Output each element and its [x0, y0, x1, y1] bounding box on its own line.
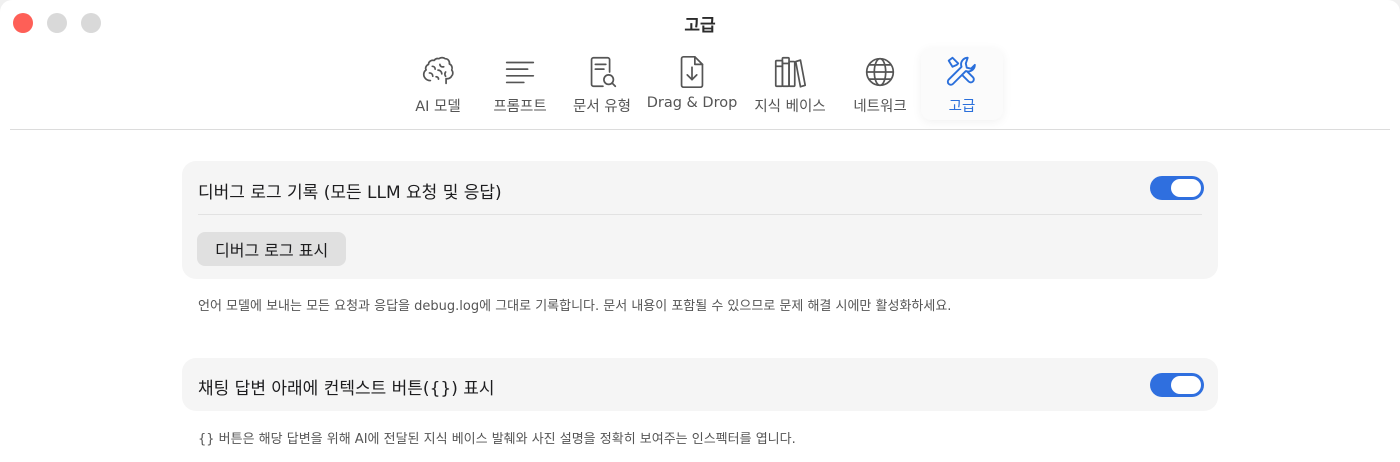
toggle-knob [1171, 179, 1201, 197]
tab-label: 지식 베이스 [754, 99, 826, 115]
toggle-knob [1171, 376, 1201, 394]
tab-label: AI 모델 [415, 99, 461, 115]
tab-label: Drag & Drop [646, 95, 738, 111]
context-button-caption: {} 버튼은 해당 답변을 위해 AI에 전달된 지식 베이스 발췌와 사진 설… [198, 432, 796, 447]
tab-advanced[interactable]: 고급 [921, 48, 1003, 120]
books-icon [770, 52, 810, 92]
debug-log-label: 디버그 로그 기록 (모든 LLM 요청 및 응답) [198, 183, 502, 203]
tools-icon [942, 52, 982, 92]
context-button-group: 채팅 답변 아래에 컨텍스트 버튼({}) 표시 [182, 358, 1218, 411]
context-button-toggle[interactable] [1150, 373, 1204, 397]
title-bar: 고급 [0, 0, 1400, 44]
tab-label: 고급 [948, 99, 976, 115]
window-title: 고급 [684, 16, 716, 36]
context-button-label: 채팅 답변 아래에 컨텍스트 버튼({}) 표시 [198, 379, 495, 399]
tab-label: 문서 유형 [573, 99, 631, 115]
document-search-icon [582, 52, 622, 92]
tab-document-types[interactable]: 문서 유형 [561, 48, 643, 120]
debug-log-caption: 언어 모델에 보내는 모든 요청과 응답을 debug.log에 그대로 기록합… [198, 299, 952, 314]
tab-ai-model[interactable]: AI 모델 [397, 48, 479, 120]
tab-knowledge-base[interactable]: 지식 베이스 [741, 48, 839, 120]
preferences-toolbar: AI 모델 프롬프트 문서 유형 Drag & Drop 지식 베이스 네트워크… [0, 48, 1400, 120]
debug-log-group: 디버그 로그 기록 (모든 LLM 요청 및 응답) 디버그 로그 표시 [182, 161, 1218, 279]
tab-network[interactable]: 네트워크 [839, 48, 921, 120]
text-lines-icon [500, 52, 540, 92]
debug-log-toggle[interactable] [1150, 176, 1204, 200]
group-divider [198, 214, 1202, 215]
tab-prompts[interactable]: 프롬프트 [479, 48, 561, 120]
tab-drag-drop[interactable]: Drag & Drop [643, 48, 741, 120]
show-debug-log-button[interactable]: 디버그 로그 표시 [197, 232, 347, 266]
brain-icon [418, 52, 458, 92]
globe-icon [860, 52, 900, 92]
toolbar-divider [10, 129, 1390, 130]
settings-window: 고급 AI 모델 프롬프트 문서 유형 Drag & Drop 지식 베이스 네… [0, 0, 1400, 462]
tab-label: 프롬프트 [493, 99, 547, 115]
tab-label: 네트워크 [853, 99, 907, 115]
document-download-icon [672, 52, 712, 92]
